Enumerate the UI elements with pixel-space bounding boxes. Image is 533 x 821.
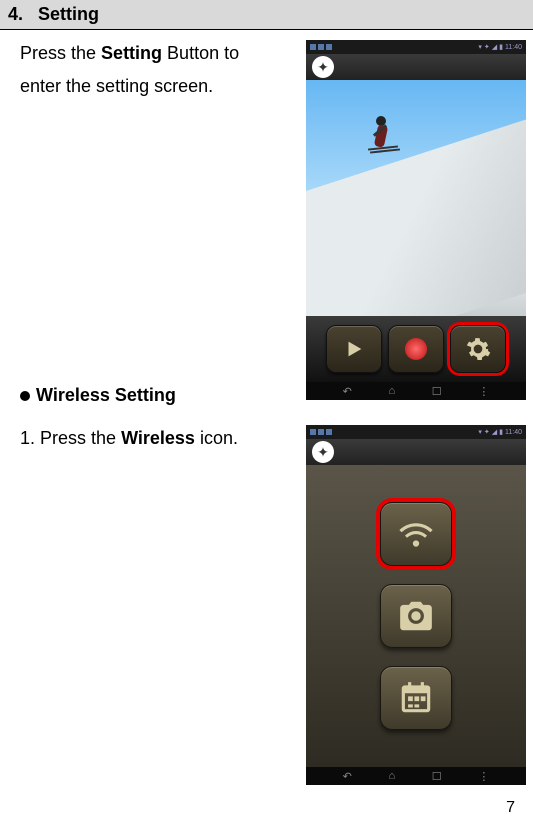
wifi-icon (397, 515, 435, 553)
camera-preview (306, 80, 526, 316)
settings-menu (306, 465, 526, 767)
step1-paragraph: 1. Press the Wireless icon. (20, 425, 290, 452)
intro-paragraph: Press the Setting Button to (20, 40, 290, 67)
bullet-icon (20, 391, 30, 401)
home-icon[interactable]: ⌂ (389, 385, 396, 397)
status-time: 11:40 (505, 44, 522, 51)
back-icon[interactable]: ↶ (343, 770, 352, 783)
setting-button[interactable] (450, 325, 506, 373)
camera-icon (397, 597, 435, 635)
app-logo-icon: ✦ (312, 441, 334, 463)
section-title: Setting (38, 4, 99, 24)
app-header: ✦ (306, 54, 526, 80)
section-number: 4. (8, 4, 23, 24)
menu-icon[interactable]: ⋮ (478, 770, 489, 783)
recent-icon[interactable]: ☐ (432, 385, 442, 398)
figure-column-2: ▾✦◢▮11:40 ✦ ↶ ⌂ ☐ ⋮ (306, 425, 526, 785)
bottom-toolbar (306, 316, 526, 382)
wireless-setting-heading: Wireless Setting (20, 382, 290, 409)
phone-screenshot-2: ▾✦◢▮11:40 ✦ ↶ ⌂ ☐ ⋮ (306, 425, 526, 785)
bold-wireless: Wireless (121, 428, 195, 448)
calendar-icon (397, 679, 435, 717)
intro-line2: enter the setting screen. (20, 73, 290, 100)
text-column-1: Press the Setting Button to enter the se… (20, 40, 290, 415)
status-bar: ▾✦◢▮11:40 (306, 425, 526, 439)
status-time: 11:40 (505, 429, 522, 436)
camera-menu-button[interactable] (380, 584, 452, 648)
android-navbar: ↶ ⌂ ☐ ⋮ (306, 767, 526, 785)
android-navbar: ↶ ⌂ ☐ ⋮ (306, 382, 526, 400)
record-button[interactable] (388, 325, 444, 373)
row-2: 1. Press the Wireless icon. ▾✦◢▮11:40 ✦ (0, 415, 533, 785)
back-icon[interactable]: ↶ (343, 385, 352, 398)
app-header: ✦ (306, 439, 526, 465)
home-icon[interactable]: ⌂ (389, 770, 396, 782)
figure-column-1: ▾✦◢▮11:40 ✦ (306, 40, 526, 415)
status-bar: ▾✦◢▮11:40 (306, 40, 526, 54)
section-header: 4. Setting (0, 0, 533, 30)
row-1: Press the Setting Button to enter the se… (0, 30, 533, 415)
menu-icon[interactable]: ⋮ (478, 385, 489, 398)
page-number: 7 (506, 799, 515, 817)
playback-button[interactable] (326, 325, 382, 373)
wireless-menu-button[interactable] (380, 502, 452, 566)
app-logo-icon: ✦ (312, 56, 334, 78)
record-dot-icon (405, 338, 427, 360)
bold-setting: Setting (101, 43, 162, 63)
phone-screenshot-1: ▾✦◢▮11:40 ✦ (306, 40, 526, 400)
gear-icon (465, 336, 491, 362)
recent-icon[interactable]: ☐ (432, 770, 442, 783)
text-column-2: 1. Press the Wireless icon. (20, 425, 290, 785)
calendar-menu-button[interactable] (380, 666, 452, 730)
